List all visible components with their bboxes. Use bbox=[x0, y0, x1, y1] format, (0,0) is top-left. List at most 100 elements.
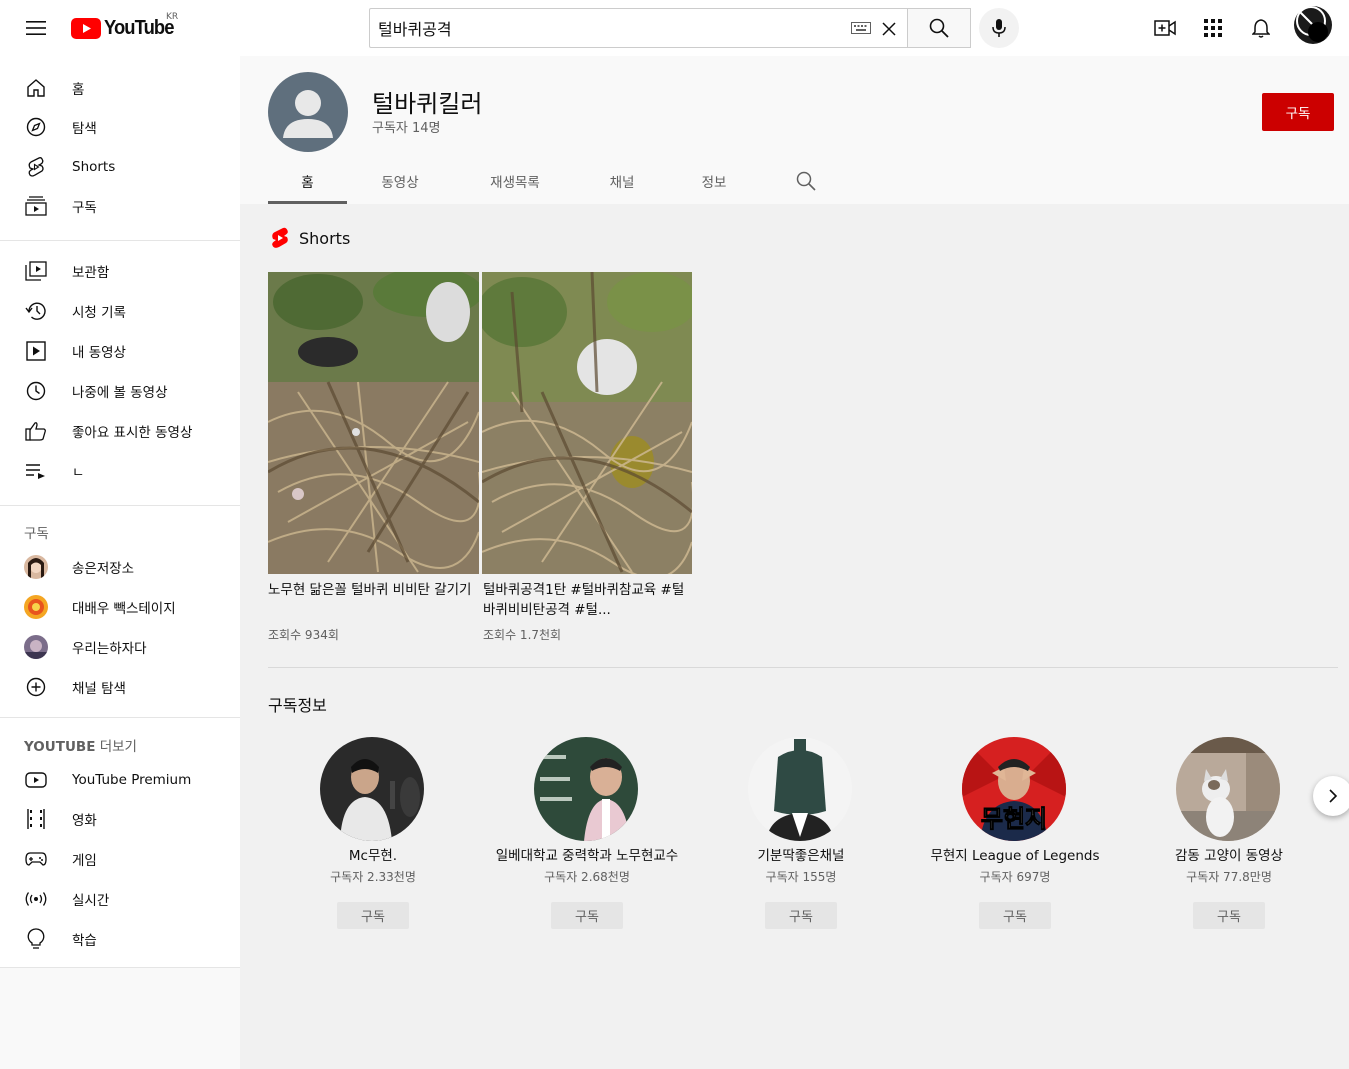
channel-subscriber-count: 구독자 2.33천명 bbox=[330, 870, 416, 884]
logo-text: YouTube bbox=[104, 16, 174, 39]
sidebar-item-label: 대배우 빽스테이지 bbox=[72, 601, 176, 617]
subscriptions-section-title: 구독정보 bbox=[268, 696, 327, 715]
sidebar-item-home[interactable]: 홈 bbox=[0, 68, 240, 108]
channel-subscriber-count: 구독자 155명 bbox=[765, 870, 837, 884]
microphone-icon bbox=[992, 19, 1006, 37]
subscriptions-heading: 구독 bbox=[24, 526, 49, 542]
search-input[interactable] bbox=[378, 17, 828, 39]
subscribe-button[interactable]: 구독 bbox=[551, 902, 623, 929]
channel-avatar[interactable] bbox=[320, 737, 424, 841]
sidebar-item-label: 구독 bbox=[72, 200, 97, 216]
subscribed-channel-card: 감동 고양이 동영상 구독자 77.8만명 구독 bbox=[1122, 737, 1336, 937]
search-button[interactable] bbox=[907, 8, 971, 48]
search-icon bbox=[929, 18, 949, 38]
channel-name[interactable]: 일베대학교 중력학과 노무현교수 bbox=[480, 844, 694, 864]
tab-about[interactable]: 정보 bbox=[684, 160, 744, 204]
sidebar-item-gaming[interactable]: 게임 bbox=[0, 839, 240, 879]
tab-channels[interactable]: 채널 bbox=[590, 160, 654, 204]
subscribe-button[interactable]: 구독 bbox=[1262, 93, 1334, 131]
subscribe-button[interactable]: 구독 bbox=[1193, 902, 1265, 929]
notifications-icon[interactable] bbox=[1249, 16, 1273, 40]
sidebar-item-learning[interactable]: 학습 bbox=[0, 919, 240, 959]
apps-icon[interactable] bbox=[1201, 16, 1225, 40]
sidebar-item-label: 홈 bbox=[72, 82, 85, 98]
sidebar-item-label: 좋아요 표시한 동영상 bbox=[72, 425, 193, 441]
sidebar-item-label: 탐색 bbox=[72, 121, 97, 137]
channel-avatar[interactable]: 무현지 bbox=[962, 737, 1066, 841]
sidebar-channel-item[interactable]: 송은저장소 bbox=[0, 547, 240, 587]
sidebar-item-library[interactable]: 보관함 bbox=[0, 251, 240, 291]
sidebar-item-playlist[interactable]: ㄴ bbox=[0, 451, 240, 491]
live-icon bbox=[24, 887, 48, 911]
short-thumbnail[interactable] bbox=[268, 272, 479, 574]
add-circle-icon bbox=[24, 675, 48, 699]
channel-name[interactable]: Mc무현. bbox=[266, 844, 480, 864]
create-video-icon[interactable] bbox=[1153, 16, 1177, 40]
short-title[interactable]: 털바퀴공격1탄 #털바퀴참교육 #털바퀴비비탄공격 #털... bbox=[483, 580, 688, 620]
chevron-right-icon bbox=[1329, 789, 1338, 803]
channel-name[interactable]: 기분딱좋은채널 bbox=[694, 844, 908, 864]
short-views: 조회수 1.7천회 bbox=[483, 628, 562, 642]
sidebar-item-watch-later[interactable]: 나중에 볼 동영상 bbox=[0, 371, 240, 411]
channel-avatar bbox=[24, 595, 48, 619]
subscribe-button[interactable]: 구독 bbox=[337, 902, 409, 929]
sidebar-divider bbox=[0, 240, 240, 241]
short-title[interactable]: 노무현 닮은꼴 털바퀴 비비탄 갈기기 bbox=[268, 580, 473, 600]
search-box bbox=[369, 8, 908, 48]
compass-icon bbox=[24, 115, 48, 139]
more-heading-rest: 더보기 bbox=[95, 739, 137, 755]
carousel-next-button[interactable] bbox=[1313, 776, 1349, 816]
sidebar-item-premium[interactable]: YouTube Premium bbox=[0, 760, 240, 800]
subscribe-button[interactable]: 구독 bbox=[979, 902, 1051, 929]
shorts-section-title: Shorts bbox=[299, 229, 351, 248]
sidebar-channel-item[interactable]: 대배우 빽스테이지 bbox=[0, 587, 240, 627]
tab-videos[interactable]: 동영상 bbox=[360, 160, 440, 204]
sidebar-item-label: ㄴ bbox=[72, 465, 85, 481]
channel-avatar[interactable] bbox=[268, 72, 348, 152]
sidebar-item-explore[interactable]: 탐색 bbox=[0, 107, 240, 147]
youtube-logo[interactable]: YouTube KR bbox=[71, 12, 180, 41]
history-icon bbox=[24, 299, 48, 323]
sidebar-channel-item[interactable]: 우리는하자다 bbox=[0, 627, 240, 667]
subscribed-channel-card: Mc무현. 구독자 2.33천명 구독 bbox=[266, 737, 480, 937]
channel-name[interactable]: 감동 고양이 동영상 bbox=[1122, 844, 1336, 864]
sidebar-item-my-videos[interactable]: 내 동영상 bbox=[0, 331, 240, 371]
more-heading-brand: YOUTUBE bbox=[24, 739, 96, 755]
sidebar-item-label: Shorts bbox=[72, 159, 116, 175]
channel-avatar[interactable] bbox=[534, 737, 638, 841]
sidebar-item-live[interactable]: 실시간 bbox=[0, 879, 240, 919]
menu-icon[interactable] bbox=[24, 16, 48, 40]
channel-avatar bbox=[24, 555, 48, 579]
sidebar-item-label: 학습 bbox=[72, 933, 97, 949]
channel-avatar[interactable] bbox=[1176, 737, 1280, 841]
channel-avatar[interactable] bbox=[748, 737, 852, 841]
subscribed-channel-card: 기분딱좋은채널 구독자 155명 구독 bbox=[694, 737, 908, 937]
account-avatar[interactable] bbox=[1290, 4, 1336, 46]
channel-name[interactable]: 무현지 League of Legends bbox=[908, 844, 1122, 864]
tab-playlists[interactable]: 재생목록 bbox=[472, 160, 558, 204]
sidebar: 홈 탐색 Shorts 구독 보관함 시청 기록 내 동영상 나중에 볼 동영상… bbox=[0, 56, 240, 1069]
film-icon bbox=[24, 807, 48, 831]
sidebar-item-history[interactable]: 시청 기록 bbox=[0, 291, 240, 331]
sidebar-item-movies[interactable]: 영화 bbox=[0, 799, 240, 839]
sidebar-item-liked[interactable]: 좋아요 표시한 동영상 bbox=[0, 411, 240, 451]
sidebar-item-subscriptions[interactable]: 구독 bbox=[0, 186, 240, 226]
keyboard-icon[interactable] bbox=[850, 19, 872, 37]
subscribe-button[interactable]: 구독 bbox=[765, 902, 837, 929]
sidebar-item-label: 내 동영상 bbox=[72, 345, 126, 361]
premium-icon bbox=[24, 768, 48, 792]
sidebar-item-label: 영화 bbox=[72, 813, 97, 829]
sidebar-item-shorts[interactable]: Shorts bbox=[0, 147, 240, 187]
watch-later-icon bbox=[24, 379, 48, 403]
channel-search-icon[interactable] bbox=[794, 169, 818, 193]
subscribed-channel-card: 무현지 무현지 League of Legends 구독자 697명 구독 bbox=[908, 737, 1122, 937]
voice-search-button[interactable] bbox=[979, 8, 1019, 48]
sidebar-item-browse-channels[interactable]: 채널 탐색 bbox=[0, 667, 240, 707]
sidebar-item-label: 시청 기록 bbox=[72, 305, 126, 321]
short-thumbnail[interactable] bbox=[482, 272, 692, 574]
svg-text:무현지: 무현지 bbox=[981, 805, 1047, 833]
tab-home[interactable]: 홈 bbox=[268, 160, 347, 204]
sidebar-item-label: 실시간 bbox=[72, 893, 110, 909]
clear-search-icon[interactable] bbox=[878, 18, 900, 40]
subscribed-channel-card: 일베대학교 중력학과 노무현교수 구독자 2.68천명 구독 bbox=[480, 737, 694, 937]
